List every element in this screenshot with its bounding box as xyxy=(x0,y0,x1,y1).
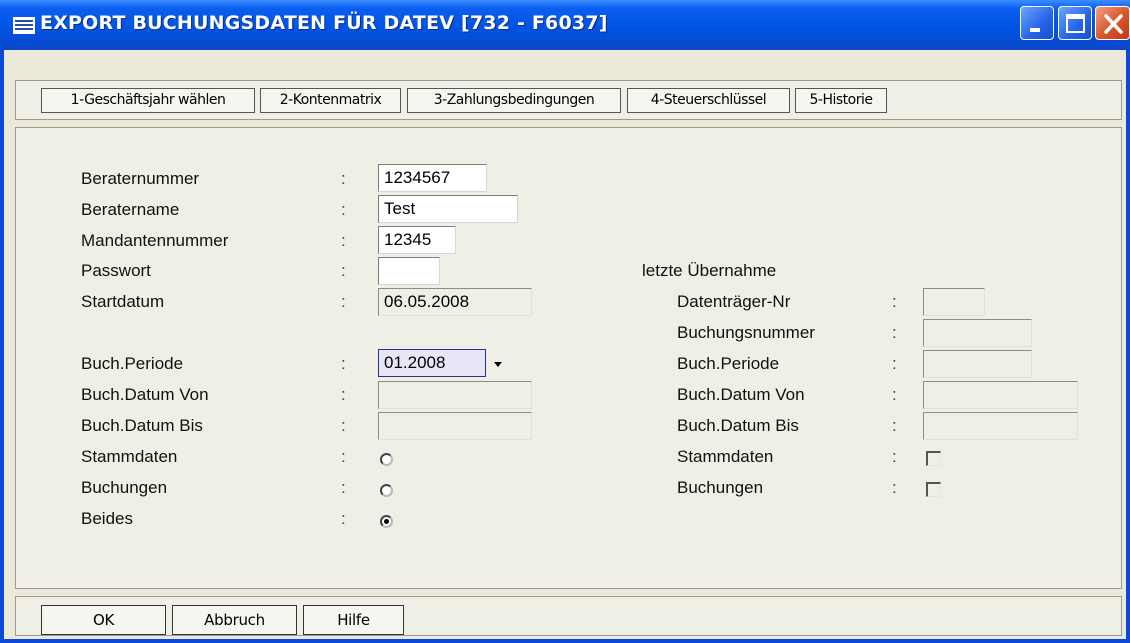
label-buch-datum-von: Buch.Datum Von xyxy=(81,385,209,404)
ok-button[interactable]: OK xyxy=(41,605,166,635)
label-last-buchungen: Buchungen xyxy=(677,478,764,497)
label-startdatum: Startdatum xyxy=(81,292,165,311)
label-last-stammdaten: Stammdaten xyxy=(677,447,774,466)
separator: : xyxy=(341,416,346,435)
close-button[interactable] xyxy=(1095,6,1130,40)
buch-datum-bis-field xyxy=(378,412,532,440)
label-last-buch-periode: Buch.Periode xyxy=(677,354,780,373)
last-buchungen-checkbox xyxy=(926,482,941,497)
mandantennummer-input[interactable]: 12345 xyxy=(378,226,456,254)
maximize-button[interactable] xyxy=(1058,6,1092,40)
form-panel: Beraternummer Beratername Mandantennumme… xyxy=(15,127,1122,589)
last-buchungsnummer-field xyxy=(923,319,1032,347)
help-button[interactable]: Hilfe xyxy=(303,605,404,635)
minimize-button[interactable] xyxy=(1020,6,1054,40)
title-bar[interactable]: EXPORT BUCHUNGSDATEN FÜR DATEV [732 - F6… xyxy=(0,0,1130,50)
beraternummer-input[interactable]: 1234567 xyxy=(378,164,487,192)
close-icon xyxy=(1104,14,1123,34)
last-transfer-heading: letzte Übernahme xyxy=(642,261,777,280)
export-dialog-window: EXPORT BUCHUNGSDATEN FÜR DATEV [732 - F6… xyxy=(0,0,1130,643)
last-buch-datum-von-field xyxy=(923,381,1078,409)
tab-geschaeftsjahr[interactable]: 1-Geschäftsjahr wählen xyxy=(41,88,255,113)
separator: : xyxy=(341,354,346,373)
radio-buchungen[interactable] xyxy=(380,484,393,497)
label-datentraeger-nr: Datenträger-Nr xyxy=(677,292,791,311)
last-buch-periode-field xyxy=(923,350,1032,378)
radio-beides[interactable] xyxy=(380,515,393,528)
separator: : xyxy=(892,292,897,311)
separator: : xyxy=(341,261,346,280)
tab-kontenmatrix[interactable]: 2-Kontenmatrix xyxy=(260,88,401,113)
label-mandantennummer: Mandantennummer xyxy=(81,231,229,250)
tab-strip: 1-Geschäftsjahr wählen 2-Kontenmatrix 3-… xyxy=(15,80,1122,120)
radio-stammdaten[interactable] xyxy=(380,453,393,466)
label-last-buch-datum-von: Buch.Datum Von xyxy=(677,385,805,404)
buch-datum-von-field xyxy=(378,381,532,409)
separator: : xyxy=(341,385,346,404)
window-menu-icon[interactable] xyxy=(13,17,35,34)
separator: : xyxy=(341,169,346,188)
chevron-down-icon[interactable] xyxy=(494,362,502,367)
radio-selected-dot xyxy=(384,519,389,524)
separator: : xyxy=(341,509,346,528)
last-stammdaten-checkbox xyxy=(926,451,941,466)
label-beraternummer: Beraternummer xyxy=(81,169,200,188)
startdatum-field: 06.05.2008 xyxy=(378,288,532,316)
cancel-button[interactable]: Abbruch xyxy=(172,605,297,635)
separator: : xyxy=(341,231,346,250)
tab-zahlungsbedingungen[interactable]: 3-Zahlungsbedingungen xyxy=(407,88,621,113)
label-buchungen: Buchungen xyxy=(81,478,168,497)
separator: : xyxy=(892,385,897,404)
minimize-icon xyxy=(1030,28,1040,32)
label-beratername: Beratername xyxy=(81,200,180,219)
separator: : xyxy=(892,416,897,435)
separator: : xyxy=(341,478,346,497)
separator: : xyxy=(341,292,346,311)
maximize-icon xyxy=(1066,14,1085,33)
label-passwort: Passwort xyxy=(81,261,151,280)
separator: : xyxy=(892,478,897,497)
button-bar: OK Abbruch Hilfe xyxy=(15,596,1122,636)
tab-historie[interactable]: 5-Historie xyxy=(795,88,887,113)
window-title: EXPORT BUCHUNGSDATEN FÜR DATEV [732 - F6… xyxy=(40,12,608,34)
last-buch-datum-bis-field xyxy=(923,412,1078,440)
beratername-input[interactable]: Test xyxy=(378,195,518,223)
label-stammdaten: Stammdaten xyxy=(81,447,178,466)
passwort-input[interactable] xyxy=(378,257,440,285)
buch-periode-select[interactable]: 01.2008 xyxy=(378,349,486,377)
separator: : xyxy=(892,354,897,373)
separator: : xyxy=(341,200,346,219)
label-buch-datum-bis: Buch.Datum Bis xyxy=(81,416,203,435)
label-buchungsnummer: Buchungsnummer xyxy=(677,323,815,342)
separator: : xyxy=(341,447,346,466)
label-beides: Beides xyxy=(81,509,133,528)
separator: : xyxy=(892,323,897,342)
label-buch-periode: Buch.Periode xyxy=(81,354,184,373)
label-last-buch-datum-bis: Buch.Datum Bis xyxy=(677,416,799,435)
last-datentraeger-nr-field xyxy=(923,288,985,316)
tab-steuerschluessel[interactable]: 4-Steuerschlüssel xyxy=(627,88,790,113)
separator: : xyxy=(892,447,897,466)
